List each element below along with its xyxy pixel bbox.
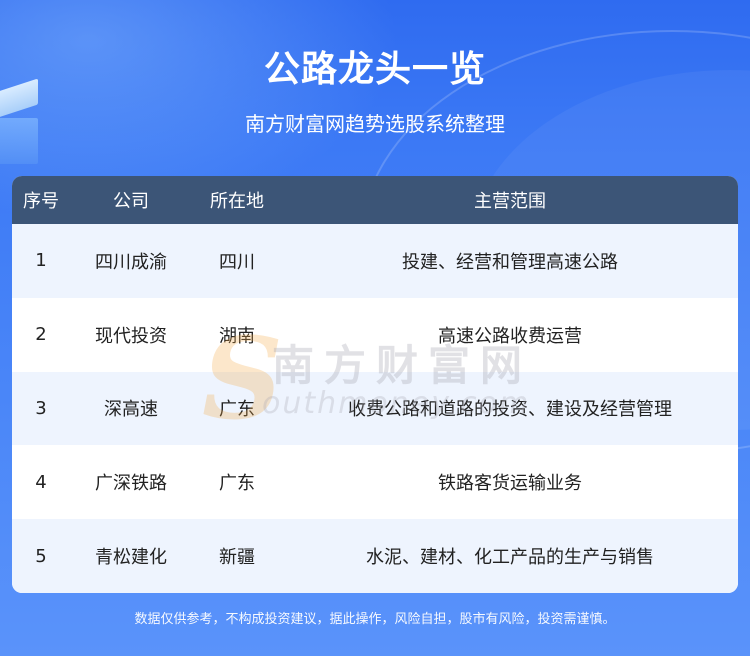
cell-business: 铁路客货运输业务 [438,473,582,495]
cell-location: 广东 [219,399,255,421]
column-header-location: 所在地 [210,191,264,212]
cell-no: 5 [35,545,47,567]
cell-no: 3 [35,397,47,419]
cell-location: 新疆 [219,547,255,569]
cell-company: 青松建化 [95,547,167,569]
column-header-business: 主营范围 [474,191,546,212]
cell-company: 深高速 [104,399,158,421]
cell-location: 四川 [219,251,255,273]
cell-business: 高速公路收费运营 [438,325,582,347]
cell-business: 收费公路和道路的投资、建设及经营管理 [348,399,672,421]
company-table: 序号 公司 所在地 主营范围 1 四川成渝 四川 投建、经营和管理高速公路 2 … [12,176,738,593]
cell-company: 四川成渝 [95,251,167,273]
cell-company: 广深铁路 [95,473,167,495]
disclaimer-text: 数据仅供参考，不构成投资建议，据此操作，风险自担，股市有风险，投资需谨慎。 [134,612,616,627]
table-row: 5 青松建化 新疆 水泥、建材、化工产品的生产与销售 [12,519,738,593]
cell-location: 广东 [219,473,255,495]
table-row: 2 现代投资 湖南 高速公路收费运营 [12,297,738,372]
page: 公路龙头一览 南方财富网趋势选股系统整理 序号 公司 所在地 主营范围 1 四川… [0,0,750,656]
cell-business: 水泥、建材、化工产品的生产与销售 [366,547,654,569]
page-subtitle: 南方财富网趋势选股系统整理 [245,112,505,136]
cell-company: 现代投资 [95,325,167,347]
table-row: 4 广深铁路 广东 铁路客货运输业务 [12,445,738,520]
cell-no: 1 [35,250,47,272]
cell-business: 投建、经营和管理高速公路 [402,251,618,273]
table-row: 3 深高速 广东 收费公路和道路的投资、建设及经营管理 [12,371,738,446]
column-header-company: 公司 [113,191,149,212]
cell-no: 2 [35,324,47,346]
table-header-row: 序号 公司 所在地 主营范围 [12,176,738,224]
cell-location: 湖南 [219,325,255,347]
column-header-no: 序号 [23,191,59,212]
page-title: 公路龙头一览 [263,49,486,90]
cell-no: 4 [35,471,47,493]
table-row: 1 四川成渝 四川 投建、经营和管理高速公路 [12,224,738,298]
